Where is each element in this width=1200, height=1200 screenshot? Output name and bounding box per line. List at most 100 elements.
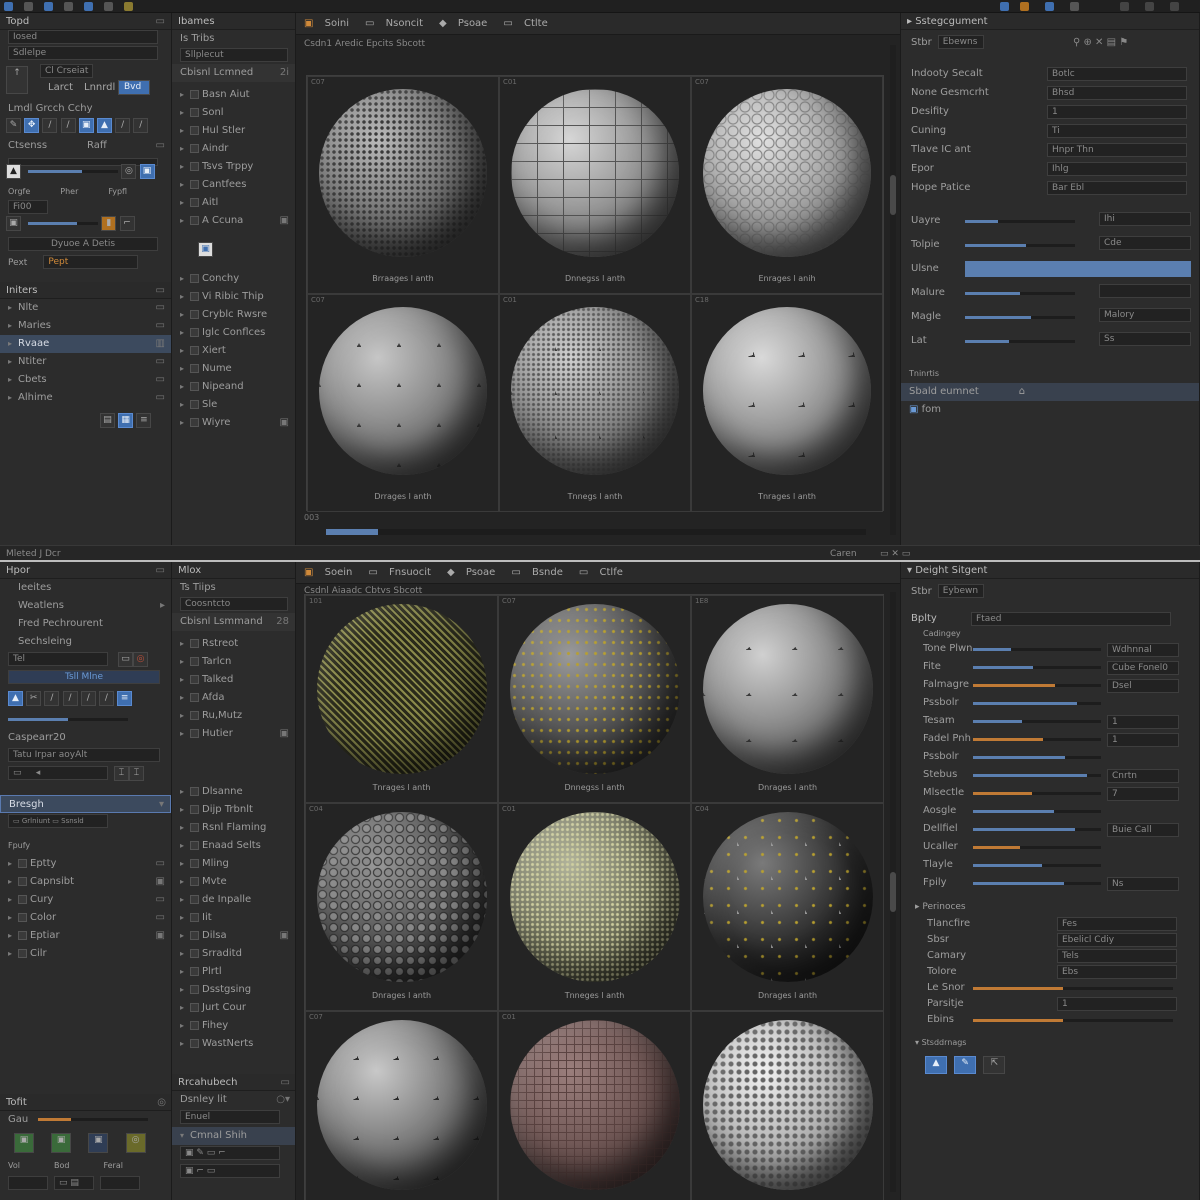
expand-arrow-icon[interactable]: ▸ — [180, 855, 190, 873]
material-cell[interactable]: 101 Tnrages l anth — [305, 595, 498, 803]
w2-tree2-item[interactable]: ▸ Plrtl — [172, 963, 295, 981]
toolbar-icon[interactable]: ▭ — [365, 18, 378, 29]
prop-slider[interactable] — [965, 220, 1075, 223]
expand-arrow-icon[interactable]: ▸ — [180, 963, 190, 981]
w2-line-icon[interactable]: / — [62, 691, 78, 706]
expand-arrow-icon[interactable]: ▸ — [180, 270, 190, 288]
list-view-icon[interactable]: ▤ — [100, 413, 115, 428]
initer-item[interactable]: ▸ Alhime ▭ — [0, 389, 171, 407]
material-cell[interactable]: C01 — [498, 1011, 691, 1200]
w2-list-item[interactable]: ▸ Eptty ▭ — [0, 855, 171, 873]
item-badge-icon[interactable]: ▣ — [280, 725, 289, 743]
expand-arrow-icon[interactable]: ▸ — [8, 335, 18, 353]
w2-prop-value[interactable]: 1 — [1107, 733, 1179, 747]
w2-prop-value[interactable]: 7 — [1107, 787, 1179, 801]
tree1-item[interactable]: ▸ Aindr — [172, 140, 295, 158]
material-cell[interactable]: C04 Dnrages l anth — [305, 803, 498, 1011]
w2-tree1-item[interactable]: ▸ Rstreot — [172, 635, 295, 653]
w2-prop-slider[interactable] — [973, 702, 1101, 705]
material-cell[interactable]: C01 Tnnegs l anth — [499, 294, 691, 512]
expand-arrow-icon[interactable]: ▸ — [180, 158, 190, 176]
toolbar-icon[interactable]: ▭ — [511, 567, 524, 578]
toolbar-icon[interactable]: ◆ — [447, 567, 458, 578]
pext-field[interactable]: Pept — [43, 255, 139, 269]
material-cell[interactable]: C07 Dnnegss l anth — [498, 595, 691, 803]
expand-arrow-icon[interactable]: ▸ — [8, 873, 18, 891]
prop-value[interactable]: 1 — [1047, 105, 1187, 119]
minimize-icon[interactable] — [1145, 2, 1154, 11]
expand-arrow-icon[interactable]: ▸ — [180, 725, 190, 743]
w2-tree2-item[interactable]: ▸ Mling — [172, 855, 295, 873]
cursor-icon[interactable]: ↑ — [6, 66, 28, 94]
prop-slider[interactable] — [965, 261, 1191, 277]
toolbar-icon[interactable]: ▣ — [304, 18, 317, 29]
w2-tree2-item[interactable]: ▸ Iit — [172, 909, 295, 927]
preview-icon[interactable]: ▣ — [198, 242, 213, 257]
slider-value[interactable]: Malory — [1099, 308, 1191, 322]
menu-icon[interactable] — [24, 2, 33, 11]
initer-item[interactable]: ▸ Ntiter ▭ — [0, 353, 171, 371]
close-icon[interactable] — [1120, 2, 1129, 11]
toolbar-item[interactable]: ▭ Bsnde — [511, 567, 571, 578]
share-icon[interactable] — [1045, 2, 1054, 11]
stroke-tool-icon[interactable]: / — [115, 118, 131, 133]
prop-value[interactable]: Hnpr Thn — [1047, 143, 1187, 157]
smudge-icon[interactable]: ◎ — [125, 1133, 146, 1153]
toolbar-item[interactable]: ▭ Nsoncit — [365, 18, 431, 29]
expand-arrow-icon[interactable]: ▸ — [180, 981, 190, 999]
w2-list-item[interactable]: ▸ Capnsibt ▣ — [0, 873, 171, 891]
brush-tool-icon[interactable]: ✎ — [6, 118, 21, 133]
item-badge-icon[interactable]: ▣ — [280, 414, 289, 432]
w2-move-tool-icon[interactable]: ⇱ — [983, 1056, 1006, 1074]
toolbar-icon[interactable]: ▭ — [579, 567, 592, 578]
material-cell[interactable] — [691, 1011, 884, 1200]
w2-s2-value[interactable]: Ebs — [1057, 965, 1177, 979]
tree1-item[interactable]: ▸ Tsvs Trppy — [172, 158, 295, 176]
expand-arrow-icon[interactable]: ▸ — [180, 122, 190, 140]
w2-s2-value[interactable]: Tels — [1057, 949, 1177, 963]
w2-tree2-item[interactable]: ▸ Enaad Selts — [172, 837, 295, 855]
w2-brush-icon[interactable]: / — [80, 691, 96, 706]
tab-lnnrdl[interactable]: Lnnrdl — [84, 82, 115, 93]
item-badge-icon[interactable]: ▣ — [156, 873, 165, 891]
expand-arrow-icon[interactable]: ▸ — [180, 140, 190, 158]
w2-tree1-item[interactable]: ▸ Talked — [172, 671, 295, 689]
item-badge-icon[interactable]: ▭ — [156, 299, 165, 317]
pin-icon[interactable]: ⌐ — [119, 216, 135, 231]
w2-left-item[interactable]: Weatlens ▸ — [0, 597, 171, 615]
expand-arrow-icon[interactable]: ▸ — [180, 653, 190, 671]
w2-prop-value[interactable]: 1 — [1107, 715, 1179, 729]
expand-arrow-icon[interactable]: ▸ — [8, 353, 18, 371]
prop-slider[interactable] — [965, 316, 1075, 319]
w2-prop-value[interactable]: Cube Fonel0 — [1107, 661, 1179, 675]
tree2-item[interactable]: ▸ Iglc Conflces — [172, 324, 295, 342]
item-badge-icon[interactable]: ▣ — [280, 927, 289, 945]
w2-prop-slider[interactable] — [973, 666, 1101, 669]
expand-arrow-icon[interactable]: ▸ — [180, 306, 190, 324]
fill-icon[interactable]: ▣ — [51, 1133, 72, 1153]
w2-prop-slider[interactable] — [973, 828, 1101, 831]
field-crseiat[interactable]: Cl Crseiat — [40, 64, 94, 78]
item-badge-icon[interactable]: ▭ — [156, 353, 165, 371]
expand-arrow-icon[interactable]: ▸ — [8, 389, 18, 407]
prop-value[interactable]: Botlc — [1047, 67, 1187, 81]
app-icon[interactable] — [4, 2, 13, 11]
fill-tool-icon[interactable]: ▣ — [78, 118, 94, 133]
tree2-item[interactable]: ▸ Nume — [172, 360, 295, 378]
w2-tree2-item[interactable]: ▸ Mvte — [172, 873, 295, 891]
swatch-icon[interactable]: ▲ — [6, 164, 21, 179]
tree1-item[interactable]: ▸ Basn Aiut — [172, 86, 295, 104]
w2-prop-value[interactable]: Dsel — [1107, 679, 1179, 693]
w2-s2-value[interactable]: 1 — [1057, 997, 1177, 1011]
prop-slider[interactable] — [965, 292, 1075, 295]
w2-tree2-item[interactable]: ▸ Dlsanne — [172, 783, 295, 801]
material-cell[interactable]: C07 Enrages l anih — [691, 76, 883, 294]
w2-s2-value[interactable]: Ebelicl Cdiy — [1057, 933, 1177, 947]
expand-arrow-icon[interactable]: ▸ — [180, 873, 190, 891]
expand-arrow-icon[interactable]: ▸ — [180, 783, 190, 801]
slider-value[interactable]: Ss — [1099, 332, 1191, 346]
expand-arrow-icon[interactable]: ▸ — [180, 891, 190, 909]
toolbar-item[interactable]: ▭ Ctlfe — [579, 567, 631, 578]
w2-pen-tool-icon[interactable]: ✎ — [954, 1056, 977, 1074]
w2-prop-slider[interactable] — [973, 648, 1101, 651]
